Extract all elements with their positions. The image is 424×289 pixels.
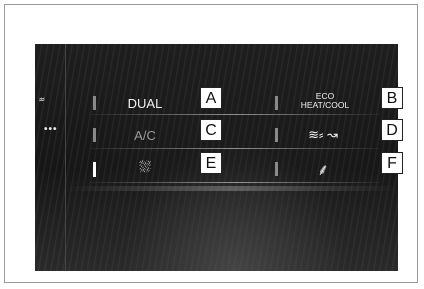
callout-f: F (381, 152, 403, 174)
ac-indicator (93, 128, 96, 142)
dual-label: DUAL (127, 96, 163, 111)
dual-indicator (93, 96, 96, 110)
seat-indicator (275, 162, 278, 176)
sidebar: ⸗⸗ ••• (35, 44, 66, 271)
eco-label-line2: HEAT/COOL (300, 100, 350, 110)
defrost-indicator (93, 162, 96, 177)
more-icon[interactable]: ••• (44, 124, 58, 135)
callout-e: E (200, 152, 222, 174)
seat-airflow-icon: ⸙ (316, 162, 329, 179)
row-divider (90, 148, 380, 149)
floor-glow (65, 186, 398, 191)
callout-d: D (381, 119, 403, 141)
climate-seat-icon[interactable]: ⸗⸗ (39, 94, 45, 105)
ac-label: A/C (134, 128, 156, 143)
callout-b: B (381, 87, 403, 109)
airflow-icon: ≋⸗ ↝ (308, 127, 338, 142)
eco-label: ECO HEAT/COOL (290, 92, 360, 110)
callout-a: A (200, 87, 222, 109)
row-divider (90, 114, 380, 115)
callout-c: C (200, 119, 222, 141)
eco-indicator (275, 96, 278, 110)
airflow-indicator (275, 128, 278, 142)
defrost-icon: ⛆ (138, 159, 151, 176)
figure-frame: ⸗⸗ ••• DUAL ECO HEAT/COOL A/C ≋⸗ ↝ ⛆ ⸙ A… (4, 4, 418, 283)
row-divider (90, 182, 380, 183)
